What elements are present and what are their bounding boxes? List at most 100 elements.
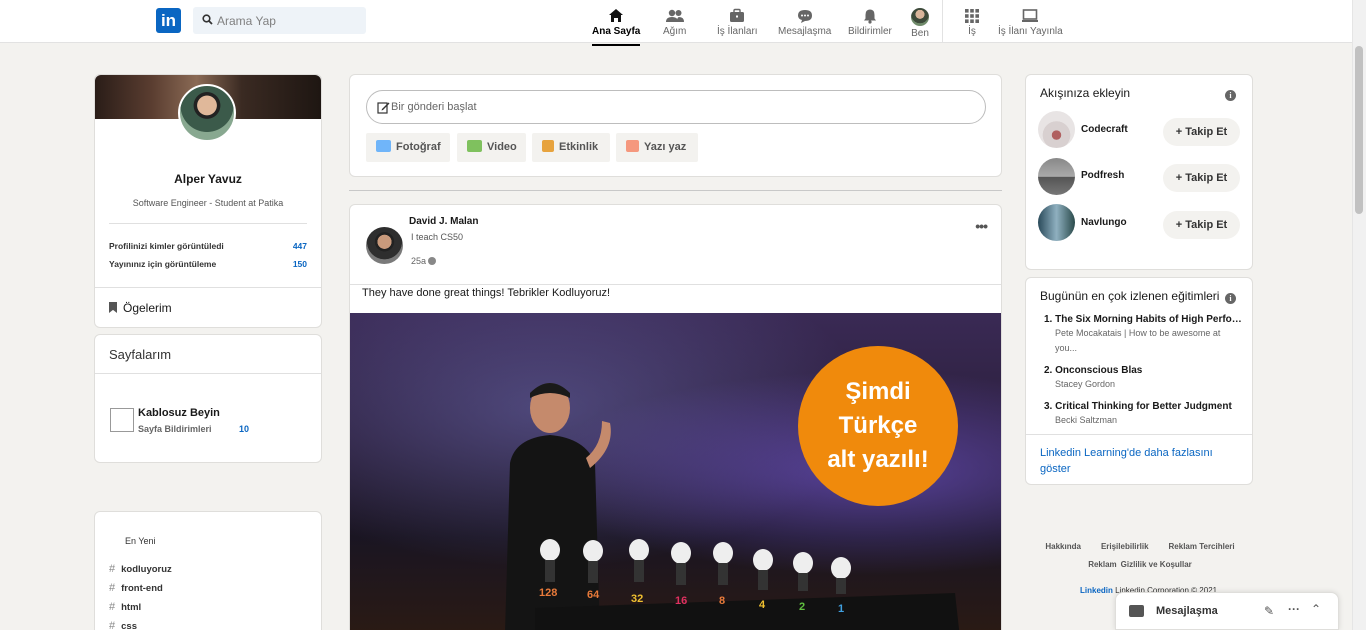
profile-name[interactable]: Alper Yavuz xyxy=(95,172,321,186)
post-time-label: 25a xyxy=(411,256,427,266)
nav-post-job-label: İş İlanı Yayınla xyxy=(998,26,1063,37)
linkedin-logo[interactable]: in xyxy=(156,8,181,33)
hashtag-icon: # xyxy=(109,582,116,594)
divider xyxy=(95,373,321,374)
my-items-link[interactable]: Ögelerim xyxy=(109,301,172,315)
more-icon[interactable]: ··· xyxy=(1288,602,1300,616)
messaging-widget[interactable]: Mesajlaşma ✎ ··· ⌃ xyxy=(1115,592,1339,630)
company-name[interactable]: Podfresh xyxy=(1081,170,1124,181)
photo-button[interactable]: Fotoğraf xyxy=(366,133,450,162)
hashtag-item[interactable]: # front-end xyxy=(109,582,163,594)
photo-icon xyxy=(376,140,391,152)
company-name[interactable]: Navlungo xyxy=(1081,217,1127,228)
bulb-number: 1 xyxy=(838,603,844,615)
post-author-avatar[interactable] xyxy=(366,227,403,264)
nav-me-label: Ben xyxy=(911,28,929,39)
divider xyxy=(109,223,307,224)
footer-link[interactable]: Reklam xyxy=(1088,560,1116,569)
learning-more-link[interactable]: Linkedin Learning'de daha fazlasını göst… xyxy=(1040,445,1230,477)
stat-label: Profilinizi kimler görüntüledi xyxy=(109,241,224,251)
footer-brand-icon: in xyxy=(1105,586,1113,595)
company-avatar[interactable] xyxy=(1038,111,1075,148)
compose-icon[interactable]: ✎ xyxy=(1264,604,1274,618)
stat-label: Yayınınız için görüntüleme xyxy=(109,259,217,269)
chevron-up-icon[interactable]: ⌃ xyxy=(1311,602,1321,616)
footer-link[interactable]: Hakkında xyxy=(1045,542,1081,551)
write-article-button[interactable]: Yazı yaz xyxy=(616,133,698,162)
nav-work[interactable]: İş xyxy=(964,8,980,37)
page-name[interactable]: Kablosuz Beyin xyxy=(138,407,220,419)
recent-card: En Yeni # kodluyoruz # front-end # html # cs… xyxy=(94,511,322,630)
post-image[interactable]: Şimdi Türkçe alt yazılı! 128 64 32 16 8 … xyxy=(350,313,1001,630)
event-button[interactable]: Etkinlik xyxy=(532,133,610,162)
search-input[interactable] xyxy=(217,7,362,34)
briefcase-icon xyxy=(730,8,745,22)
home-icon xyxy=(609,9,624,22)
my-items-label: Ögelerim xyxy=(123,301,172,315)
start-post-input[interactable]: Bir gönderi başlat xyxy=(366,90,986,124)
footer-link[interactable]: Erişilebilirlik xyxy=(1101,542,1149,551)
hashtag-item[interactable]: # kodluyoruz xyxy=(109,563,172,575)
course-title: 2. Onconscious Blas xyxy=(1044,365,1143,376)
divider xyxy=(1026,434,1252,435)
course-item[interactable]: 2. Onconscious Blas Stacey Gordon xyxy=(1044,365,1242,392)
nav-post-job[interactable]: İş İlanı Yayınla xyxy=(998,8,1063,37)
post-timestamp: 25a xyxy=(411,256,437,266)
badge-line: Türkçe xyxy=(838,412,918,439)
info-icon[interactable]: i xyxy=(1225,90,1236,101)
nav-messaging[interactable]: Mesajlaşma xyxy=(778,8,831,37)
post-more-button[interactable]: ••• xyxy=(975,218,988,234)
hashtag-item[interactable]: # css xyxy=(109,620,137,630)
share-box: Bir gönderi başlat Fotoğraf Video Etkinl… xyxy=(349,74,1002,177)
company-avatar[interactable] xyxy=(1038,204,1075,241)
follow-button[interactable]: + Takip Et xyxy=(1163,164,1240,192)
footer-link[interactable]: Gizlilik ve Koşullar xyxy=(1121,560,1192,569)
light-bulbs-prop: 128 64 32 16 8 4 2 1 xyxy=(535,539,960,630)
nav-home[interactable]: Ana Sayfa xyxy=(592,8,641,46)
nav-notifications-label: Bildirimler xyxy=(848,26,892,37)
search-icon xyxy=(202,14,213,25)
nav-jobs[interactable]: İş İlanları xyxy=(717,8,758,37)
video-icon xyxy=(467,140,482,152)
post-author-name[interactable]: David J. Malan xyxy=(409,216,478,227)
courses-title: Bugünün en çok izlenen eğitimleri xyxy=(1040,289,1220,303)
company-name[interactable]: Codecraft xyxy=(1081,124,1128,135)
follow-button[interactable]: + Takip Et xyxy=(1163,118,1240,146)
photo-label: Fotoğraf xyxy=(396,141,441,153)
grid-icon xyxy=(965,9,979,23)
page-notifications-label[interactable]: Sayfa Bildirimleri xyxy=(138,424,212,434)
video-label: Video xyxy=(487,141,517,153)
hashtag-item[interactable]: # html xyxy=(109,601,141,613)
calendar-icon xyxy=(542,140,554,152)
profile-avatar[interactable] xyxy=(178,84,236,142)
post-views-stat[interactable]: Yayınınız için görüntüleme 150 xyxy=(109,259,307,269)
page-logo[interactable] xyxy=(110,408,134,432)
globe-icon xyxy=(428,257,437,265)
info-icon[interactable]: i xyxy=(1225,293,1236,304)
search-box[interactable] xyxy=(193,7,366,34)
hashtag-icon: # xyxy=(109,620,116,630)
nav-jobs-label: İş İlanları xyxy=(717,26,758,37)
hashtag-label: html xyxy=(121,602,142,613)
suggestions-title: Akışınıza ekleyin xyxy=(1040,86,1131,100)
chat-icon xyxy=(797,10,812,23)
page-scrollbar[interactable] xyxy=(1352,0,1366,630)
company-avatar[interactable] xyxy=(1038,158,1075,195)
hashtag-label: kodluyoruz xyxy=(121,564,172,575)
nav-notifications[interactable]: Bildirimler xyxy=(848,8,892,37)
nav-network[interactable]: Ağım xyxy=(663,8,686,37)
scrollbar-thumb[interactable] xyxy=(1355,46,1363,214)
nav-me[interactable]: Ben xyxy=(911,8,929,39)
top-courses-card: Bugünün en çok izlenen eğitimleri i 1. T… xyxy=(1025,277,1253,485)
badge-line: Şimdi xyxy=(845,378,911,405)
course-item[interactable]: 3. Critical Thinking for Better Judgment… xyxy=(1044,401,1242,428)
bell-icon xyxy=(863,9,876,24)
profile-views-stat[interactable]: Profilinizi kimler görüntüledi 447 xyxy=(109,241,307,251)
nav-messaging-label: Mesajlaşma xyxy=(778,26,832,37)
footer-link[interactable]: Reklam Tercihleri xyxy=(1169,542,1235,551)
course-item[interactable]: 1. The Six Morning Habits of High Perfor… xyxy=(1044,314,1242,356)
compose-icon xyxy=(377,102,390,114)
video-button[interactable]: Video xyxy=(457,133,526,162)
follow-button[interactable]: + Takip Et xyxy=(1163,211,1240,239)
footer-brand: Linked xyxy=(1080,586,1106,595)
